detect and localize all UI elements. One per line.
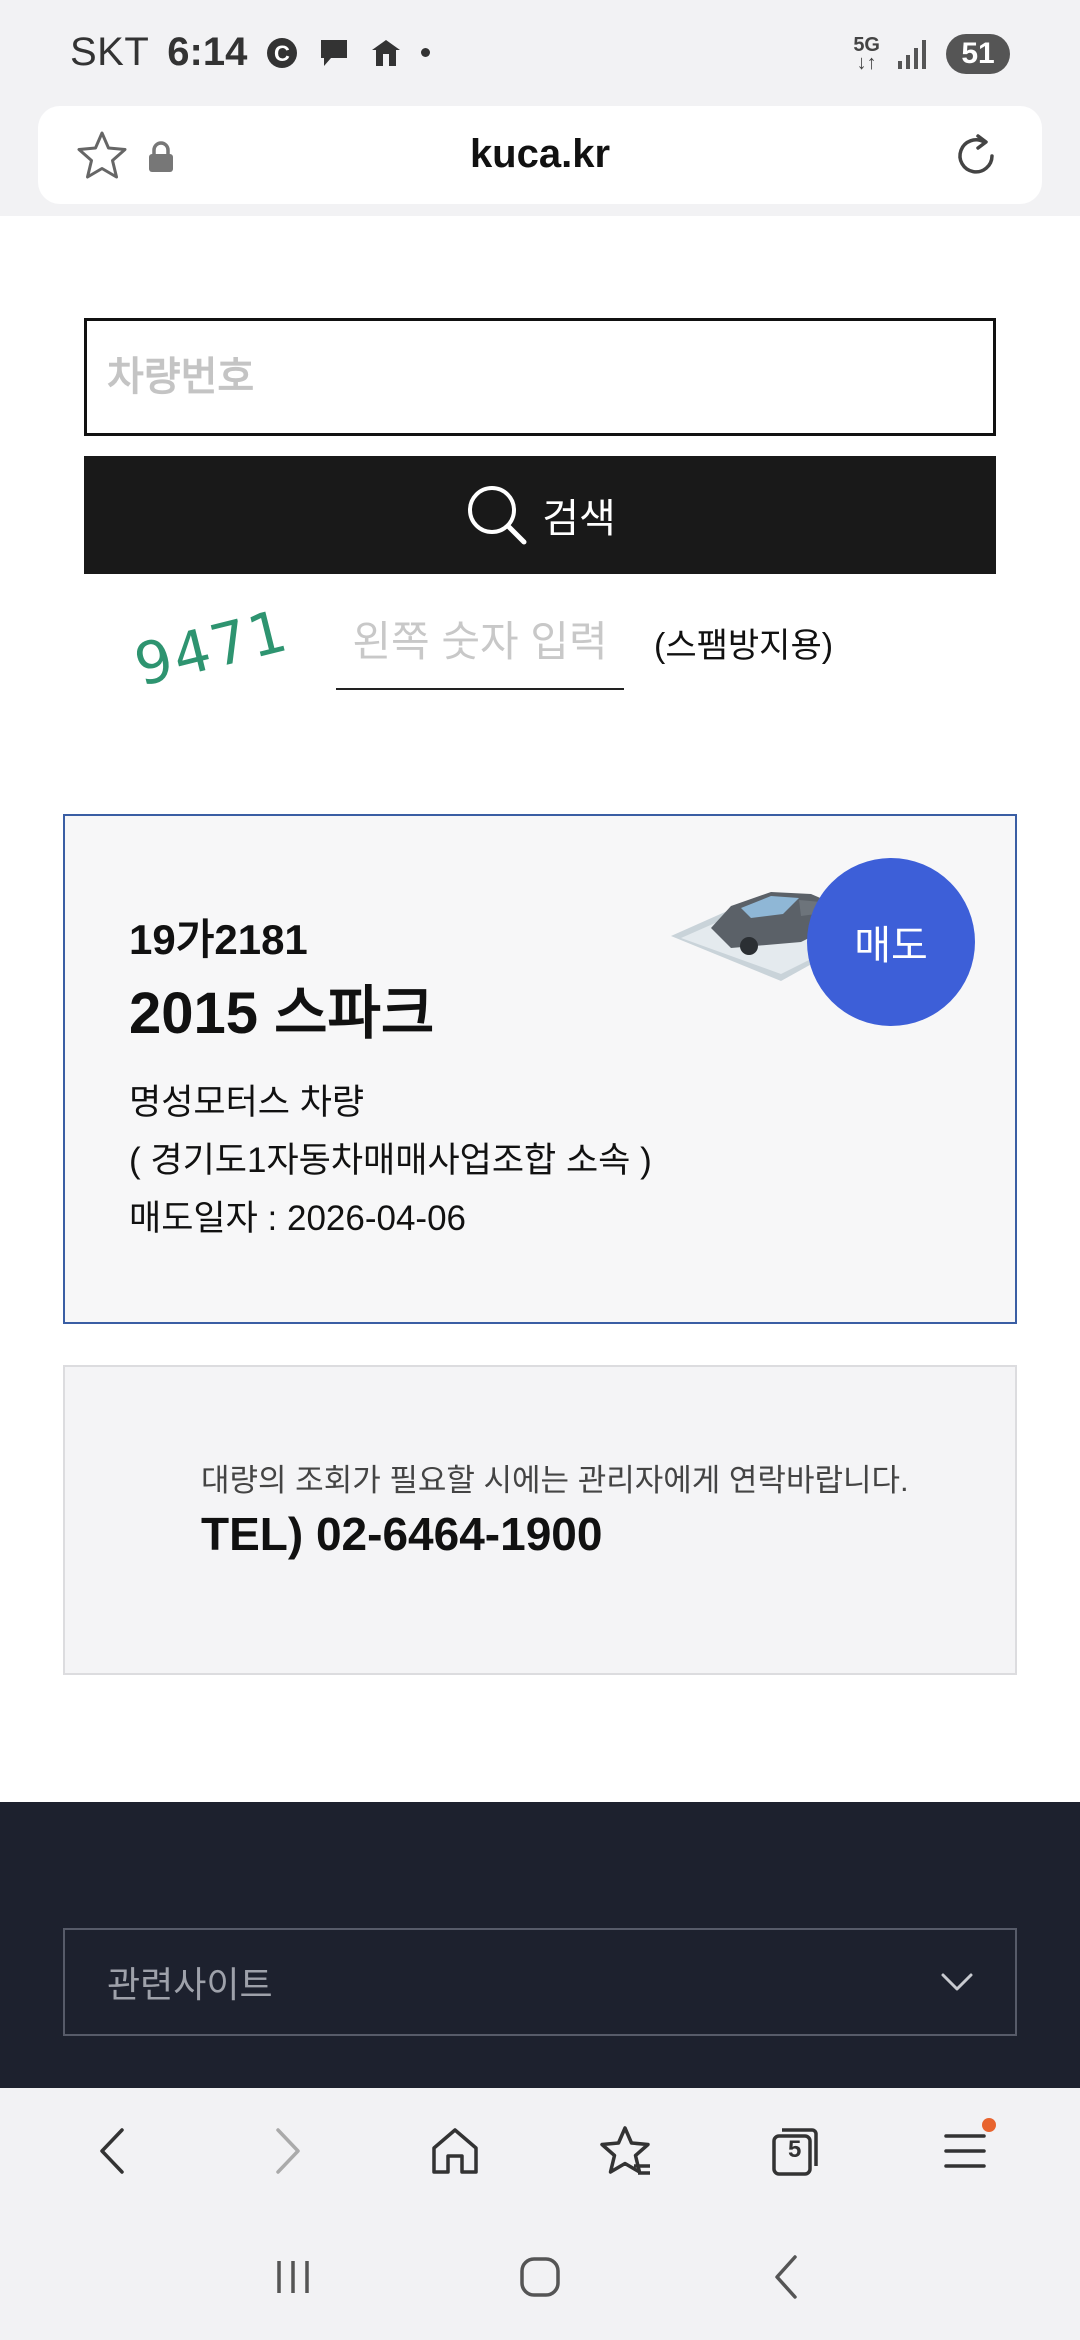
footer: 관련사이트 — [0, 1802, 1080, 2088]
plate-number: 19가2181 — [129, 916, 308, 963]
chat-bubble-icon — [321, 39, 348, 66]
bookmarks-star-icon — [600, 2126, 650, 2175]
5g-icon: 5G ↓↑ — [853, 34, 880, 74]
system-nav-bar — [0, 2214, 1080, 2340]
back-button[interactable] — [70, 2106, 160, 2196]
result-card: 19가2181 2015 스파크 명성모터스 차량 ( 경기도1자동차매매사업조… — [63, 814, 1017, 1324]
browser-toolbar: 5 — [0, 2088, 1080, 2214]
url-text[interactable]: kuca.kr — [38, 132, 1042, 177]
contact-message: 대량의 조회가 필요할 시에는 관리자에게 연락바랍니다. — [201, 1463, 909, 1498]
home-button[interactable] — [410, 2106, 500, 2196]
dot-icon — [421, 48, 431, 57]
association-name: ( 경기도1자동차매매사업조합 소속 ) — [129, 1141, 652, 1180]
captcha-note: (스팸방지용) — [654, 627, 834, 665]
reload-icon[interactable] — [948, 128, 1004, 184]
contact-box: 대량의 조회가 필요할 시에는 관리자에게 연락바랍니다. TEL) 02-64… — [63, 1365, 1017, 1675]
battery-icon: 51 — [946, 34, 1010, 74]
search-icon — [468, 486, 527, 545]
captcha-code: 9471 — [128, 596, 295, 700]
contact-phone[interactable]: TEL) 02-6464-1900 — [201, 1507, 602, 1561]
notification-dot — [982, 2118, 996, 2132]
captcha-input[interactable] — [336, 596, 624, 690]
back-arrow-icon — [100, 2128, 124, 2174]
forward-arrow-icon — [276, 2128, 300, 2174]
car-model: 2015 스파크 — [129, 981, 435, 1046]
chevron-down-icon — [941, 1973, 973, 1991]
svg-text:C: C — [274, 41, 290, 66]
car-number-input[interactable] — [84, 318, 996, 436]
forward-button[interactable] — [240, 2106, 330, 2196]
app-notification-icon — [372, 39, 401, 66]
sale-status-badge: 매도 — [807, 858, 975, 1026]
home-icon — [432, 2128, 478, 2174]
dealer-name: 명성모터스 차량 — [129, 1083, 365, 1122]
menu-button[interactable] — [920, 2106, 1010, 2196]
search-button[interactable]: 검색 — [84, 456, 996, 574]
carrier-label: SKT — [70, 30, 150, 74]
car-info: 명성모터스 차량 ( 경기도1자동차매매사업조합 소속 ) 매도일자 : 202… — [129, 1074, 652, 1248]
clock: 6:14 — [167, 30, 248, 74]
url-bar[interactable]: kuca.kr — [38, 106, 1042, 204]
sale-date: 매도일자 : 2026-04-06 — [129, 1199, 467, 1238]
system-back-icon[interactable] — [759, 2249, 815, 2305]
captcha-image: 9471 — [128, 596, 295, 700]
bookmarks-button[interactable] — [580, 2106, 670, 2196]
page-content: 검색 9471 (스팸방지용) 19가2181 2015 스파크 명성모터스 차… — [0, 216, 1080, 1802]
status-bar: SKT 6:14 C 5G ↓↑ 51 — [0, 0, 1080, 100]
tabs-button[interactable]: 5 — [750, 2106, 840, 2196]
related-sites-select[interactable]: 관련사이트 — [63, 1928, 1017, 2036]
tab-count: 5 — [788, 2136, 802, 2163]
c-circle-icon: C — [267, 37, 298, 68]
search-button-label: 검색 — [542, 497, 616, 541]
signal-icon — [898, 40, 926, 69]
related-sites-label: 관련사이트 — [107, 1964, 273, 2005]
system-home-icon[interactable] — [512, 2249, 568, 2305]
recent-apps-icon[interactable] — [265, 2249, 321, 2305]
